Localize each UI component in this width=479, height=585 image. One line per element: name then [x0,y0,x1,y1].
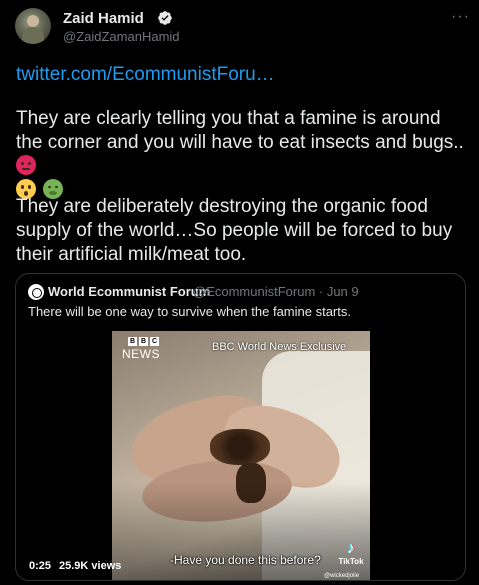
tweet-header: Zaid Hamid @ZaidZamanHamid ··· [0,0,479,56]
video-timestamp: 0:25 [29,560,52,572]
tiktok-logo-icon: ♪ [347,540,355,557]
author-name[interactable]: Zaid Hamid [63,10,144,27]
video-views: 25.9K views [59,560,122,572]
angry-face-emoji-icon [16,155,36,175]
tweet-text-paragraph-1: They are clearly telling you that a fami… [16,107,466,203]
tweet-text-paragraph-2: They are deliberately destroying the org… [16,196,453,265]
bbc-letter: B [128,337,137,346]
bbc-letter: B [139,337,148,346]
video-subtitle: -Have you done this before? [170,553,321,567]
video-exclusive-label: BBC World News Exclusive [212,341,347,353]
quoted-author-name[interactable]: World Ecommunist Forum [48,284,210,299]
quoted-text: There will be one way to survive when th… [28,304,351,319]
bbc-news-text: NEWS [122,347,160,361]
paragraph-1-text: They are clearly telling you that a fami… [16,108,464,153]
tweet-link[interactable]: twitter.com/EcommunistForu… [16,64,275,86]
avatar[interactable] [15,8,51,44]
quoted-avatar[interactable] [28,284,44,300]
video-player[interactable]: B B C NEWS BBC World News Exclusive -Hav… [112,331,370,580]
video-shade [112,331,370,580]
quoted-handle-date: @EcommunistForum · Jun 9 [193,284,359,299]
more-options-icon[interactable]: ··· [451,8,470,26]
avatar-head [27,15,39,27]
avatar-body [22,27,44,44]
tiktok-user: @wickedjolie [324,573,360,579]
quoted-tweet-card[interactable]: World Ecommunist Forum @EcommunistForum … [15,273,466,581]
tiktok-brand: TikTok [338,557,364,566]
verified-badge-icon [158,11,172,25]
bbc-news-logo: B B C NEWS [122,337,160,361]
author-handle[interactable]: @ZaidZamanHamid [63,29,180,44]
tiktok-watermark: ♪ TikTok @wickedjolie [324,540,368,580]
bbc-letter: C [150,337,159,346]
